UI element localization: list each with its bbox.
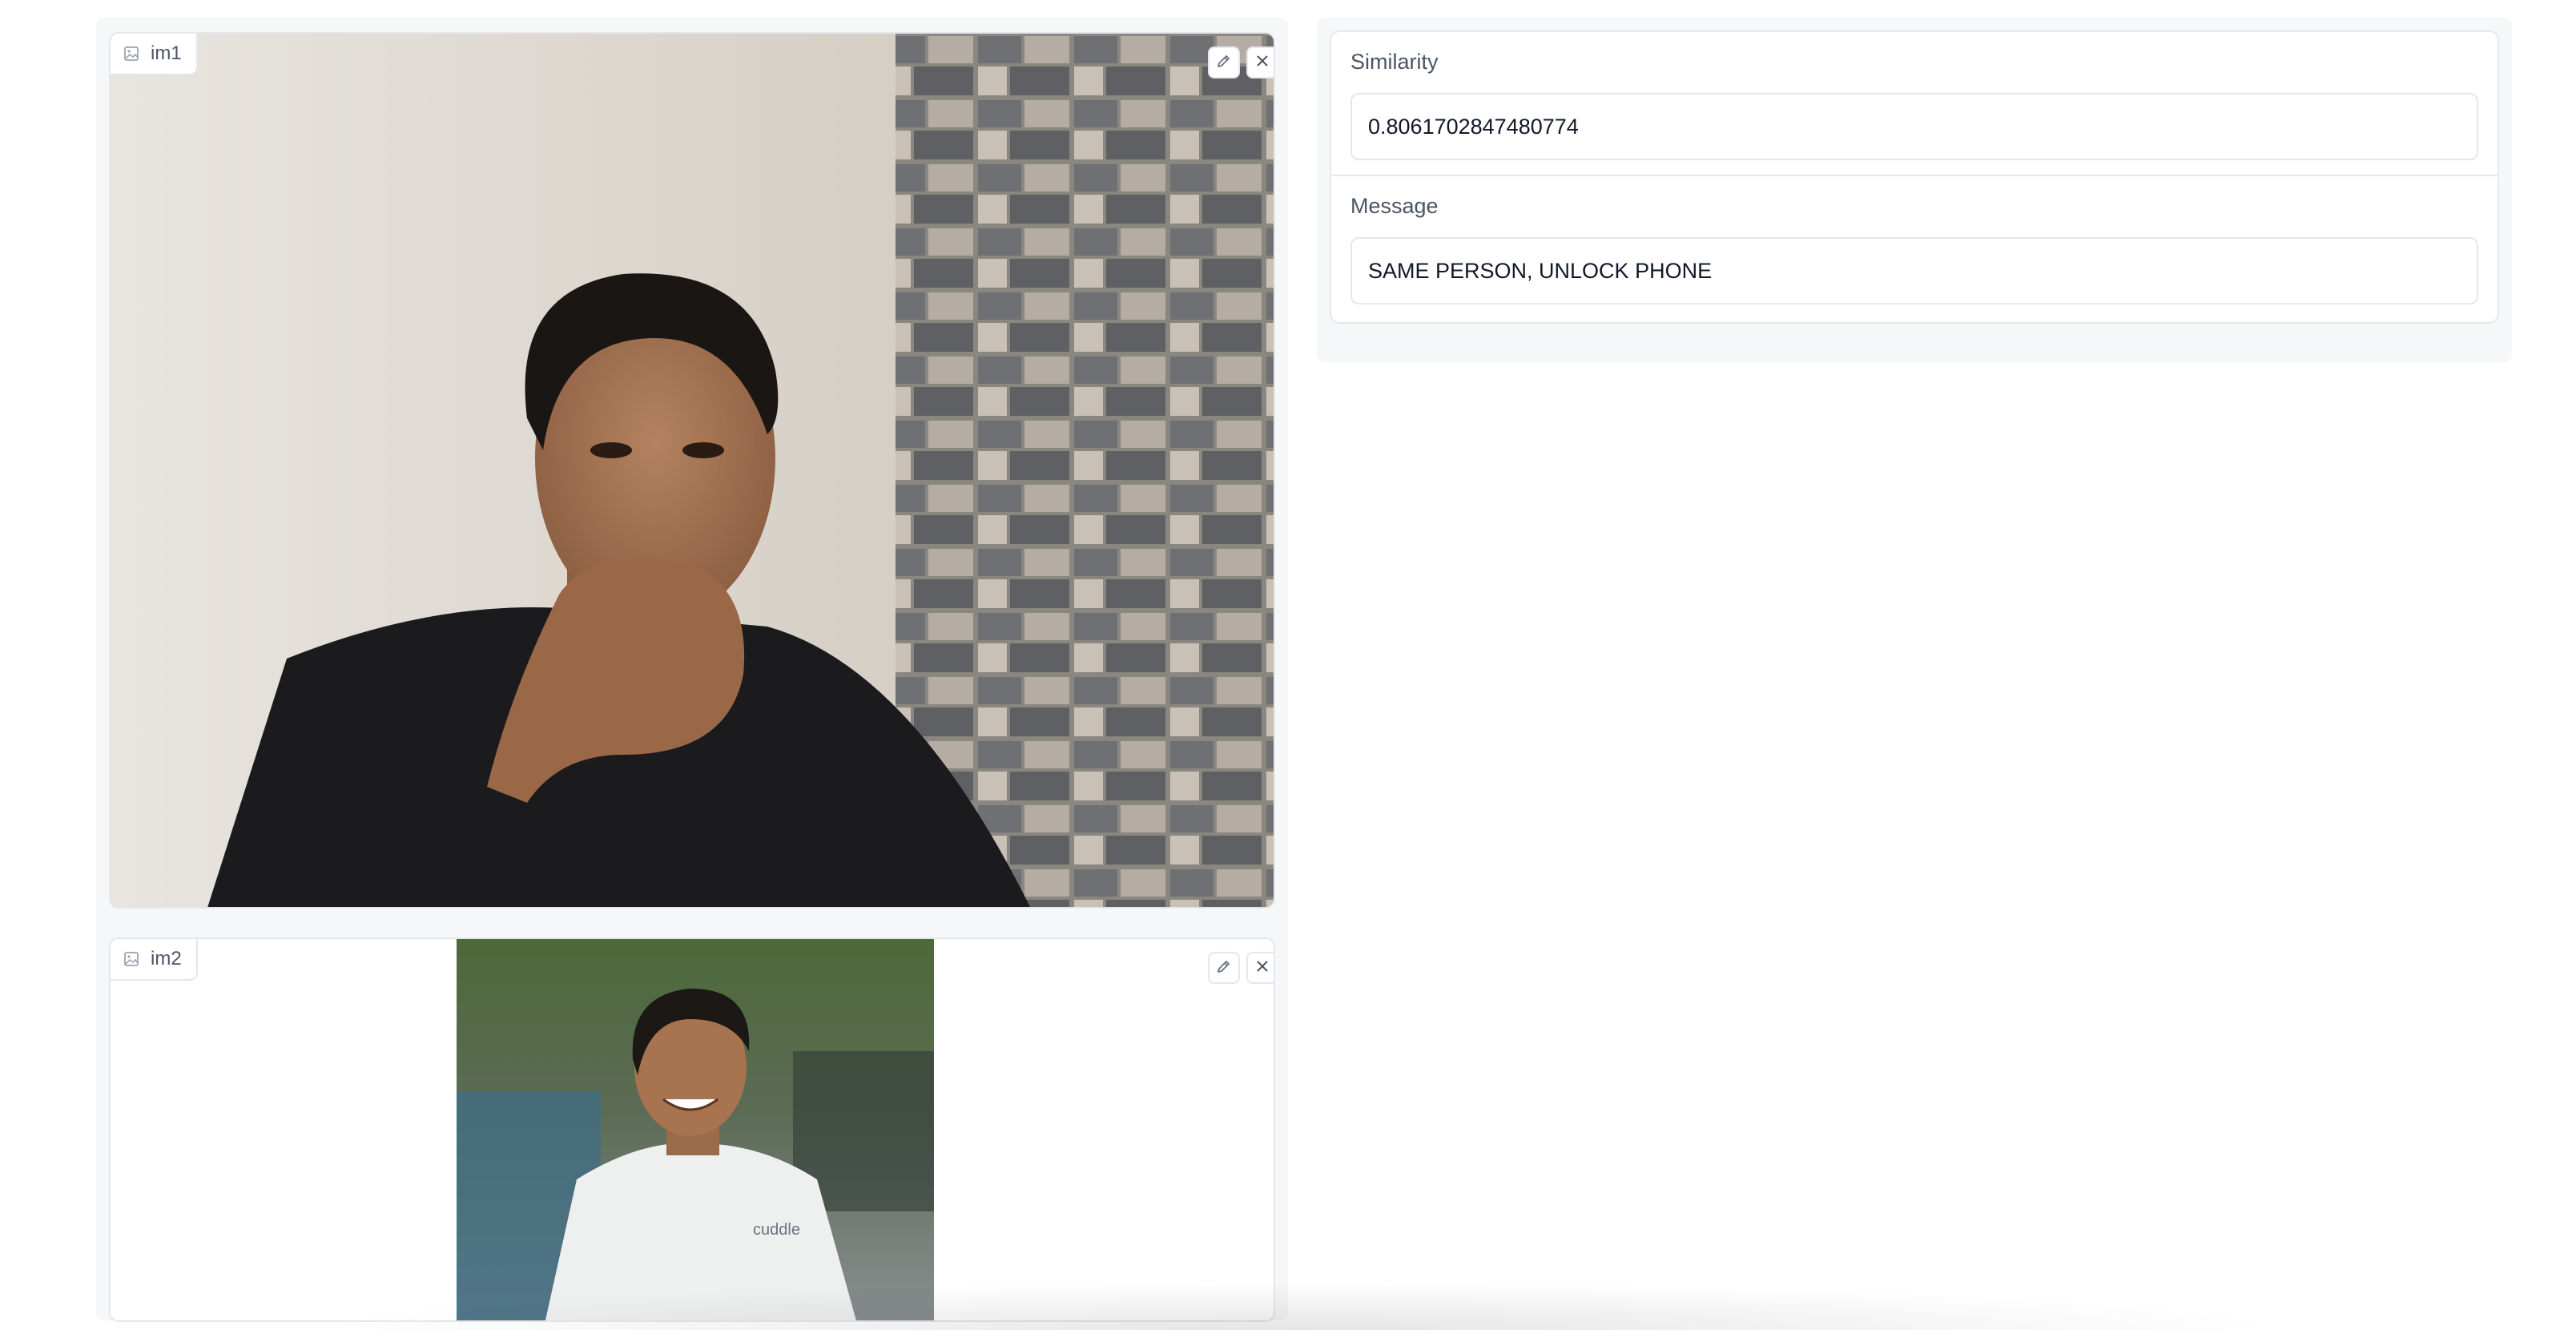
image-input-im1[interactable]: im1 [109,32,1275,909]
pencil-icon [1215,52,1233,74]
image-input-im2[interactable]: im2 cuddle [109,937,1275,1322]
close-icon [1254,52,1271,74]
im2-photo: cuddle [457,939,934,1320]
similarity-label: Similarity [1350,50,1439,74]
pencil-icon [1215,957,1233,979]
image-inputs-column: im1 im2 cuddle [96,18,1288,1322]
message-label: Message [1350,194,1439,218]
im1-label-chip: im1 [111,34,198,75]
similarity-value[interactable]: 0.8061702847480774 [1350,93,2478,160]
im2-edit-button[interactable] [1208,952,1240,984]
outputs-card: Similarity 0.8061702847480774 Message SA… [1330,30,2499,324]
image-icon [123,46,139,62]
message-value[interactable]: SAME PERSON, UNLOCK PHONE [1350,237,2478,304]
im1-photo [111,34,1274,907]
image-icon [123,951,139,967]
shirt-logo-text: cuddle [753,1221,800,1239]
outputs-column: Similarity 0.8061702847480774 Message SA… [1317,18,2512,362]
close-icon [1254,957,1271,979]
im1-label-text: im1 [151,42,182,64]
im2-label-chip: im2 [111,939,198,981]
im2-clear-button[interactable] [1246,952,1274,984]
im1-edit-button[interactable] [1208,46,1240,79]
similarity-field: Similarity 0.8061702847480774 [1331,32,2498,176]
im1-clear-button[interactable] [1246,46,1274,79]
im2-label-text: im2 [151,948,182,969]
message-field: Message SAME PERSON, UNLOCK PHONE [1331,176,2498,322]
